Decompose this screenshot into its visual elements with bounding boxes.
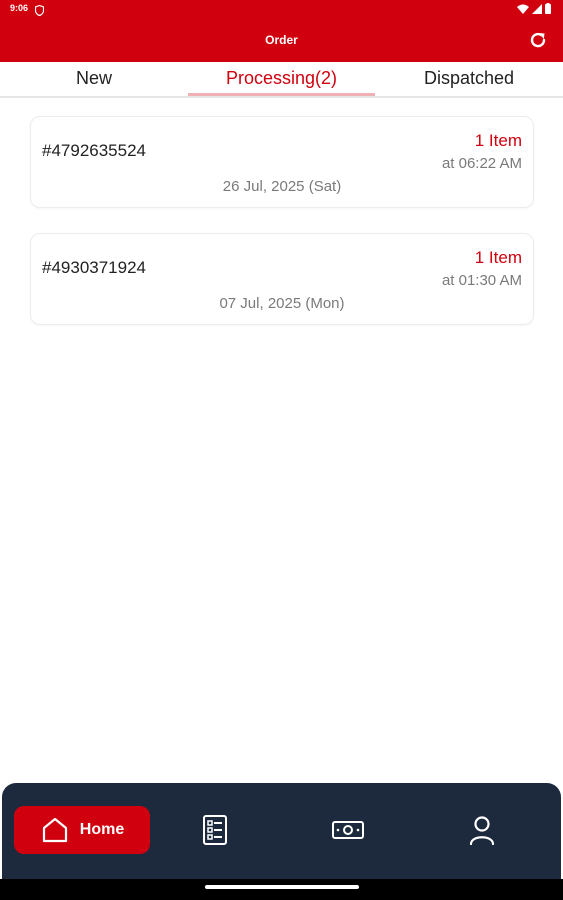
user-icon[interactable] bbox=[465, 813, 499, 847]
home-icon bbox=[42, 817, 67, 843]
gesture-handle[interactable] bbox=[205, 885, 359, 889]
tab-processing[interactable]: Processing(2) bbox=[188, 68, 375, 96]
order-id: #4930371924 bbox=[42, 258, 147, 277]
tab-new[interactable]: New bbox=[0, 68, 188, 96]
nav-home-button[interactable]: Home bbox=[14, 806, 150, 854]
order-card[interactable]: #4792635524 1 Item at 06:22 AM 26 Jul, 2… bbox=[30, 116, 534, 208]
battery-icon bbox=[545, 3, 551, 14]
order-time: at 06:22 AM bbox=[441, 155, 522, 172]
shield-icon bbox=[34, 3, 45, 21]
signal-icon bbox=[532, 3, 542, 14]
system-navigation-bar bbox=[0, 879, 563, 900]
app-bar: 9:06 Order bbox=[0, 0, 563, 62]
status-bar: 9:06 bbox=[0, 0, 563, 18]
order-time: at 01:30 AM bbox=[441, 272, 522, 289]
order-date: 07 Jul, 2025 (Mon) bbox=[219, 295, 345, 312]
cash-icon[interactable] bbox=[331, 813, 365, 847]
status-icons bbox=[517, 3, 551, 14]
order-item-count: 1 Item bbox=[474, 131, 522, 150]
active-tab-indicator bbox=[188, 93, 375, 96]
status-time: 9:06 bbox=[10, 3, 29, 13]
order-card[interactable]: #4930371924 1 Item at 01:30 AM 07 Jul, 2… bbox=[30, 233, 534, 325]
order-item-count: 1 Item bbox=[474, 248, 522, 267]
page-title: Order bbox=[265, 33, 298, 47]
order-list-icon[interactable] bbox=[198, 813, 232, 847]
nav-home-label: Home bbox=[79, 821, 125, 838]
refresh-icon[interactable] bbox=[527, 29, 549, 51]
order-id: #4792635524 bbox=[42, 141, 147, 160]
wifi-icon bbox=[517, 4, 529, 14]
order-date: 26 Jul, 2025 (Sat) bbox=[222, 178, 342, 195]
bottom-navigation: Home bbox=[2, 783, 561, 879]
tab-dispatched[interactable]: Dispatched bbox=[375, 68, 563, 96]
